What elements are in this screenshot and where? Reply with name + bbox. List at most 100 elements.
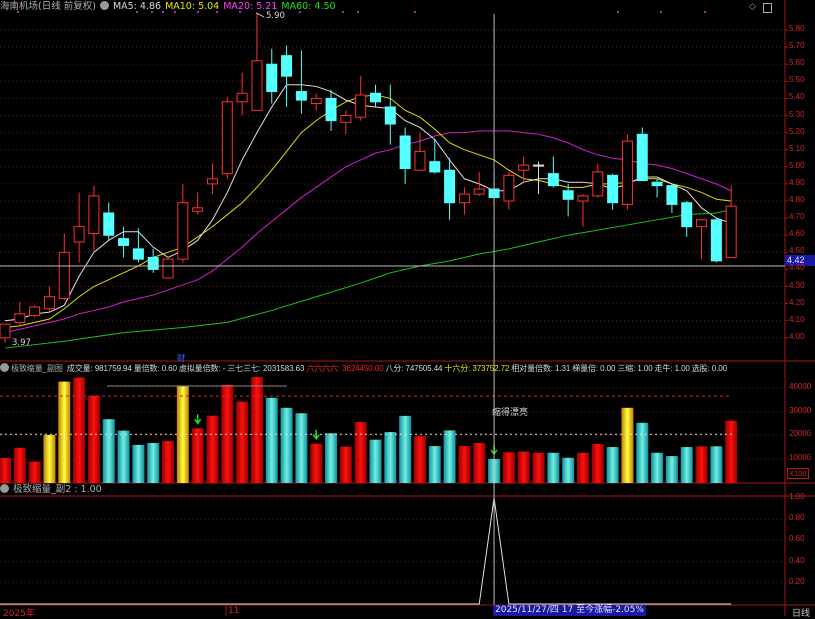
signal-dot (342, 11, 344, 13)
candle-body (666, 185, 678, 205)
volume-bar (58, 381, 71, 483)
candle (458, 187, 470, 215)
candle (162, 257, 174, 279)
volume-bar (147, 443, 160, 483)
candle-body (325, 97, 337, 122)
price-tick-label: 5.40 (789, 92, 805, 102)
candle (266, 48, 278, 104)
price-tick-label: 4.80 (789, 195, 805, 204)
volume-bar (280, 407, 293, 483)
crosshair-date-label: 2025/11/27/四 17 至今涨幅-2.05% (493, 605, 646, 616)
ma10-line (4, 94, 732, 329)
candle (518, 156, 530, 183)
volume-field: 走牛: 1.00 (654, 364, 690, 373)
candle (325, 89, 337, 131)
candle (577, 194, 589, 227)
candle (414, 132, 426, 171)
candle (547, 156, 559, 188)
low-price-label: 3.97 (12, 338, 31, 348)
volume-bar (651, 452, 664, 483)
main-header: 海南机场(日线 前复权) MA5: 4.86 MA10: 5.04 MA20: 5.2… (0, 1, 340, 13)
volume-bar (680, 447, 693, 483)
ma60-value: MA60: 4.50 (281, 1, 336, 12)
window-toggle-icon[interactable] (763, 3, 772, 13)
candle (14, 301, 26, 326)
volume-bar (325, 433, 338, 483)
volume-field: 虚拟量倍数: - (178, 364, 226, 373)
candle (43, 286, 55, 313)
volume-bar (591, 443, 604, 483)
candle-body (458, 193, 470, 204)
settings-icon[interactable] (0, 484, 9, 493)
candle (533, 161, 545, 195)
candle-body (592, 171, 604, 197)
settings-icon[interactable] (0, 363, 9, 372)
settings-icon[interactable] (99, 1, 109, 10)
volume-bar (562, 457, 575, 483)
candle-body (399, 135, 411, 170)
price-tick-label: 5.80 (789, 24, 805, 33)
volume-bar (265, 397, 278, 483)
candle (636, 127, 648, 181)
volume-bar (339, 446, 352, 483)
candle-body (651, 181, 663, 187)
sub2-tick-label: 1.00 (789, 492, 805, 501)
ma10-value: MA10: 5.04 (165, 1, 220, 12)
volume-tick-label: 40000 (789, 381, 812, 391)
candle-body (473, 188, 485, 195)
candle-body (370, 92, 381, 103)
volume-bar (117, 430, 130, 483)
candle (621, 134, 633, 210)
candle-body (696, 219, 708, 228)
candle-body (192, 207, 204, 212)
candle-body (725, 205, 737, 258)
diamond-icon[interactable]: ◇ (749, 2, 756, 12)
volume-field: 选股: 0.00 (691, 364, 727, 373)
price-tick-label: 5.10 (789, 143, 805, 153)
volume-field: 八分: 747505.44 (385, 364, 443, 373)
candle (355, 76, 367, 121)
volume-bar (502, 452, 515, 483)
stock-title: 海南机场(日线 前复权) (0, 1, 96, 12)
candle (562, 183, 574, 217)
volume-field: 六六六六: 3624450.00 (306, 364, 384, 373)
ma5-value: MA5: 4.86 (112, 1, 162, 12)
candle-body (29, 306, 41, 317)
price-tick-label: 4.90 (789, 177, 805, 187)
volume-bar (354, 422, 367, 483)
volume-bar (132, 444, 145, 483)
sub2-header: 极致缩量_副2 : 1.00 (0, 484, 106, 496)
candle (340, 110, 352, 135)
volume-bar (695, 446, 708, 483)
price-tick-label: 5.00 (789, 160, 805, 170)
candle-body (577, 195, 589, 202)
volume-bar (73, 377, 86, 483)
candle-body (710, 219, 722, 262)
signal-dot (617, 11, 619, 13)
price-tick-label: 5.70 (789, 41, 805, 51)
volume-header: 极致缩量_副图 成交量: 981759.94 量倍数: 0.60 虚拟量倍数: -三… (0, 363, 729, 375)
volume-bar (206, 415, 219, 483)
candle (710, 218, 722, 263)
candle (696, 219, 708, 260)
sub2-panel-name: 极致缩量_副2 : 1.00 (13, 484, 102, 495)
volume-bar (443, 430, 456, 483)
volume-tick-label: 20000 (789, 429, 812, 439)
volume-bar (384, 432, 397, 483)
volume-field: 成交量: 981759.94 (66, 364, 132, 373)
candle-body (132, 248, 144, 260)
period-label[interactable]: 日线 (792, 606, 810, 619)
price-tick-label: 4.10 (789, 314, 805, 324)
volume-tick-label: 10000 (789, 453, 812, 463)
candle (0, 323, 11, 343)
volume-bar (310, 443, 323, 483)
volume-bar (473, 443, 486, 483)
volume-bar (458, 446, 471, 483)
price-tick-label: 4.70 (789, 212, 805, 222)
volume-unit: X100 (787, 468, 809, 479)
candle (281, 45, 293, 107)
volume-bar (87, 395, 100, 483)
volume-field: 梯量倍: 0.00 (572, 364, 616, 373)
signal-dot (704, 11, 706, 13)
stock-chart[interactable] (0, 0, 815, 616)
